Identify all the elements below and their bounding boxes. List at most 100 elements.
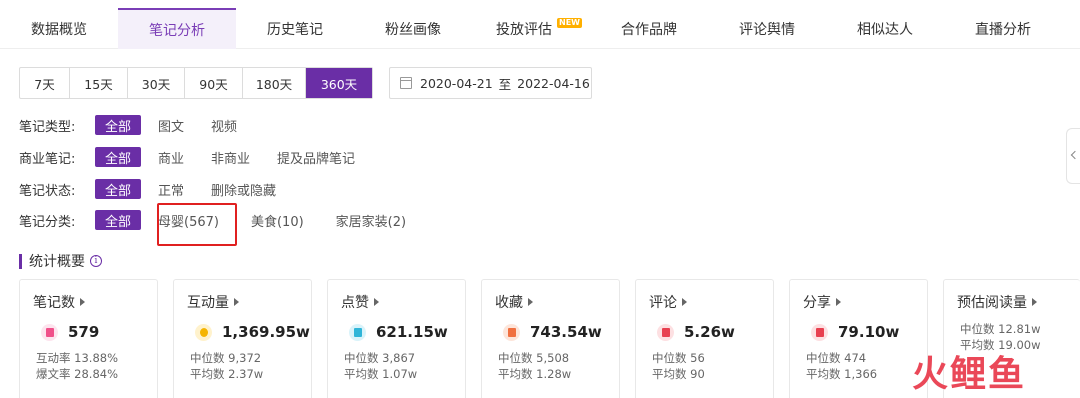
tab-partner-brands[interactable]: 合作品牌 <box>590 8 708 49</box>
card-main: 79.10w <box>811 323 899 341</box>
tab-note-analysis[interactable]: 笔记分析 <box>118 8 236 49</box>
card-main: 1,369.95w <box>195 323 310 341</box>
info-icon[interactable]: i <box>90 255 102 267</box>
date-separator: 至 <box>498 76 512 92</box>
comment-icon <box>657 323 674 341</box>
card-sub-line: 平均数 19.00w <box>960 338 1041 352</box>
tab-label: 数据概览 <box>31 21 87 38</box>
card-title: 互动量 <box>187 292 239 312</box>
card-sub-line: 平均数 1.07w <box>344 367 418 381</box>
filter-option-all[interactable]: 全部 <box>95 115 142 135</box>
card-main: 579 <box>41 323 99 341</box>
filter-option-deleted-hidden[interactable]: 删除或隐藏 <box>201 179 286 199</box>
card-title: 预估阅读量 <box>957 292 1037 312</box>
tab-comment-sentiment[interactable]: 评论舆情 <box>708 8 826 49</box>
range-15-days-button[interactable]: 15天 <box>70 68 128 98</box>
filter-label: 笔记分类: <box>19 214 76 230</box>
highlight-annotation-box <box>157 203 237 246</box>
range-90-days-button[interactable]: 90天 <box>185 68 243 98</box>
card-title: 评论 <box>649 292 687 312</box>
stat-card-interactions[interactable]: 互动量 1,369.95w 中位数 9,372 平均数 2.37w <box>173 279 312 398</box>
card-title-text: 点赞 <box>341 295 369 311</box>
section-title-text: 统计概要 <box>29 254 85 270</box>
note-icon <box>41 323 58 341</box>
filter-option-image-text[interactable]: 图文 <box>148 115 194 135</box>
card-title: 分享 <box>803 292 841 312</box>
range-360-days-button[interactable]: 360天 <box>306 68 372 98</box>
bookmark-icon <box>503 323 520 341</box>
card-sub-line: 互动率 13.88% <box>36 351 119 365</box>
tab-history-notes[interactable]: 历史笔记 <box>236 8 354 49</box>
stats-summary-title: 统计概要 i <box>19 251 102 271</box>
filter-option-all[interactable]: 全部 <box>95 179 142 199</box>
card-title-text: 互动量 <box>187 295 229 311</box>
card-title-text: 评论 <box>649 295 677 311</box>
caret-right-icon <box>836 298 841 306</box>
date-range-picker[interactable]: 2020-04-21 至 2022-04-16 <box>389 67 592 99</box>
date-start: 2020-04-21 <box>420 75 493 91</box>
filter-option-commercial[interactable]: 商业 <box>148 147 194 167</box>
tab-label: 投放评估 <box>496 21 552 38</box>
filter-option-video[interactable]: 视频 <box>201 115 247 135</box>
calendar-icon <box>400 77 412 89</box>
card-main: 5.26w <box>657 323 735 341</box>
tab-label: 合作品牌 <box>621 21 677 38</box>
watermark-text: 火鲤鱼 <box>912 354 1026 394</box>
card-sub-line: 爆文率 28.84% <box>36 367 119 381</box>
caret-right-icon <box>374 298 379 306</box>
filter-option-brand-mention[interactable]: 提及品牌笔记 <box>267 147 365 167</box>
range-30-days-button[interactable]: 30天 <box>128 68 185 98</box>
tab-overview[interactable]: 数据概览 <box>0 8 118 49</box>
card-value: 1,369.95w <box>222 323 310 341</box>
filter-option-normal[interactable]: 正常 <box>148 179 194 199</box>
card-title: 笔记数 <box>33 292 85 312</box>
tab-label: 笔记分析 <box>149 22 205 39</box>
filter-option-all[interactable]: 全部 <box>95 210 142 230</box>
card-sub-line: 中位数 56 <box>652 351 705 365</box>
date-end: 2022-04-16 <box>517 75 590 91</box>
card-sub-line: 中位数 3,867 <box>344 351 416 365</box>
stat-card-note-count[interactable]: 笔记数 579 互动率 13.88% 爆文率 28.84% <box>19 279 158 398</box>
card-title-text: 笔记数 <box>33 295 75 311</box>
tab-live-analysis[interactable]: 直播分析 <box>944 8 1062 49</box>
filter-option-all[interactable]: 全部 <box>95 147 142 167</box>
filter-label: 笔记类型: <box>19 119 76 135</box>
tab-ad-evaluation[interactable]: 投放评估 NEW <box>472 8 590 49</box>
filter-option-home-decor[interactable]: 家居家装(2) <box>326 210 416 230</box>
card-title-text: 收藏 <box>495 295 523 311</box>
card-title: 收藏 <box>495 292 533 312</box>
side-collapse-handle[interactable] <box>1066 128 1080 184</box>
share-icon <box>811 323 828 341</box>
stat-card-shares[interactable]: 分享 79.10w 中位数 474 平均数 1,366 <box>789 279 928 398</box>
card-sub-line: 中位数 9,372 <box>190 351 262 365</box>
filter-label: 商业笔记: <box>19 151 76 167</box>
card-value: 79.10w <box>838 323 900 341</box>
filter-option-food[interactable]: 美食(10) <box>241 210 314 230</box>
caret-right-icon <box>1032 298 1037 306</box>
filter-option-non-commercial[interactable]: 非商业 <box>201 147 260 167</box>
card-sub-line: 平均数 90 <box>652 367 705 381</box>
tab-similar-creators[interactable]: 相似达人 <box>826 8 944 49</box>
tab-label: 相似达人 <box>857 21 913 38</box>
range-180-days-button[interactable]: 180天 <box>243 68 306 98</box>
bulb-icon <box>195 323 212 341</box>
filter-label: 笔记状态: <box>19 183 76 199</box>
date-range-buttons: 7天 15天 30天 90天 180天 360天 <box>19 67 373 99</box>
card-sub-line: 中位数 5,508 <box>498 351 570 365</box>
card-sub-line: 中位数 12.81w <box>960 322 1041 336</box>
stat-card-likes[interactable]: 点赞 621.15w 中位数 3,867 平均数 1.07w <box>327 279 466 398</box>
card-value: 743.54w <box>530 323 602 341</box>
range-7-days-button[interactable]: 7天 <box>20 68 70 98</box>
card-sub-line: 中位数 474 <box>806 351 867 365</box>
stat-card-favorites[interactable]: 收藏 743.54w 中位数 5,508 平均数 1.28w <box>481 279 620 398</box>
tab-fan-profile[interactable]: 粉丝画像 <box>354 8 472 49</box>
chevron-left-icon <box>1070 150 1080 160</box>
stat-card-comments[interactable]: 评论 5.26w 中位数 56 平均数 90 <box>635 279 774 398</box>
caret-right-icon <box>80 298 85 306</box>
thumb-up-icon <box>349 323 366 341</box>
huoliyu-watermark-logo: 火鲤鱼 <box>912 354 1026 394</box>
caret-right-icon <box>528 298 533 306</box>
new-badge: NEW <box>557 18 582 28</box>
card-main: 743.54w <box>503 323 602 341</box>
section-accent-bar <box>19 253 22 269</box>
